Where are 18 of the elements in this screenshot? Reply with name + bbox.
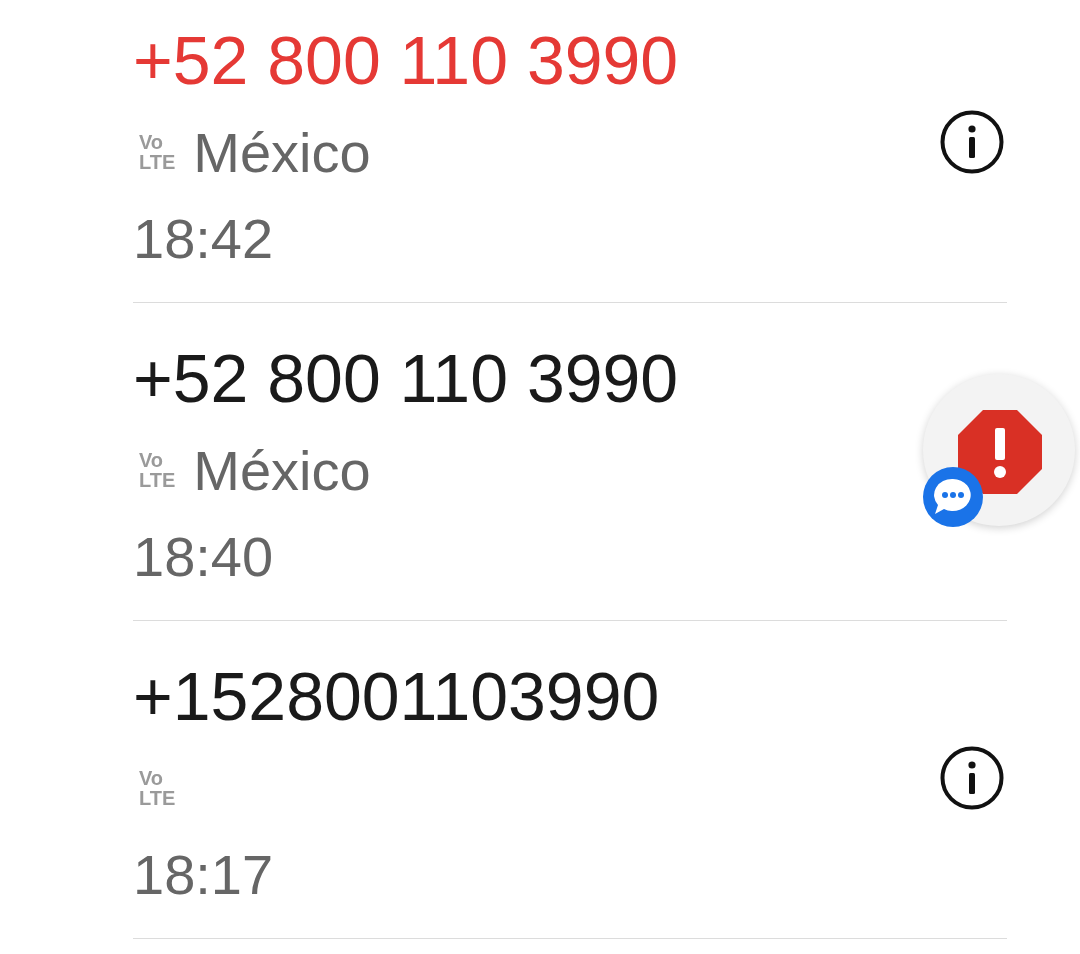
volte-label: Vo [139,450,165,470]
call-time: 18:42 [133,206,275,272]
volte-label: Vo [139,768,165,788]
info-icon[interactable] [940,746,1004,810]
phone-number: +52 800 110 3990 [133,21,680,100]
chat-icon [923,467,983,527]
call-time: 18:40 [133,524,275,590]
call-time: 18:17 [133,842,275,908]
info-icon[interactable] [940,110,1004,174]
call-location: México [193,119,371,185]
volte-label: LTE [139,152,176,172]
phone-number: +52 800 110 3990 [133,339,680,418]
warning-icon [958,410,1042,494]
phone-number: +1528001103990 [133,657,661,736]
volte-label: LTE [139,470,176,490]
volte-label: Vo [139,132,165,152]
volte-label: LTE [139,788,176,808]
call-location: México [193,437,371,503]
